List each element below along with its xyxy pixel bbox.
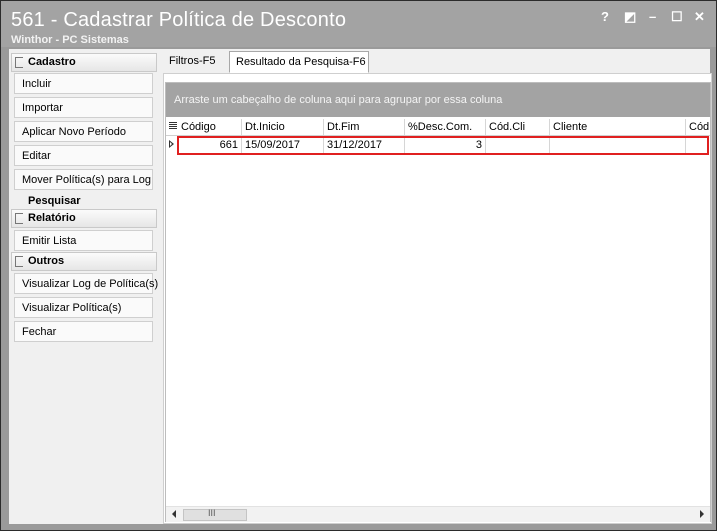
- scroll-thumb-grip: III: [208, 508, 216, 518]
- tab-resultado-pesquisa[interactable]: Resultado da Pesquisa-F6: [229, 51, 369, 73]
- tab-resultado-label: Resultado da Pesquisa-F6: [236, 56, 366, 68]
- tab-strip: Filtros-F5 Resultado da Pesquisa-F6: [163, 51, 710, 73]
- group-outros-label: Outros: [28, 255, 65, 267]
- emitir-lista-button[interactable]: Emitir Lista: [14, 230, 153, 251]
- minimize-button[interactable]: –: [649, 9, 656, 24]
- app-window: 561 - Cadastrar Política de Desconto Win…: [0, 0, 717, 531]
- collapse-icon: [15, 57, 23, 68]
- client-area: Cadastro Incluir Importar Aplicar Novo P…: [9, 49, 712, 524]
- group-pesquisar-label: Pesquisar: [28, 195, 81, 207]
- column-header-dt-inicio[interactable]: Dt.Inicio: [242, 119, 324, 135]
- visualizar-politicas-button[interactable]: Visualizar Política(s): [14, 297, 153, 318]
- maximize-button[interactable]: ☐: [671, 9, 683, 25]
- tab-filtros-label: Filtros-F5: [169, 55, 216, 67]
- column-header-codigo[interactable]: Código: [178, 119, 242, 135]
- fechar-label: Fechar: [22, 326, 57, 338]
- window-title: 561 - Cadastrar Política de Desconto: [11, 9, 347, 31]
- visualizar-politicas-label: Visualizar Política(s): [22, 302, 122, 314]
- group-outros-header[interactable]: Outros: [11, 252, 157, 271]
- fechar-button[interactable]: Fechar: [14, 321, 153, 342]
- importar-label: Importar: [22, 102, 63, 114]
- column-header-label: Dt.Inicio: [245, 121, 285, 133]
- restore-icon[interactable]: ◩: [624, 9, 636, 25]
- incluir-label: Incluir: [22, 78, 52, 90]
- group-by-hint: Arraste um cabeçalho de coluna aqui para…: [174, 94, 503, 106]
- title-bar[interactable]: 561 - Cadastrar Política de Desconto Win…: [1, 1, 716, 47]
- editar-button[interactable]: Editar: [14, 145, 153, 166]
- collapse-icon: [15, 256, 23, 267]
- mover-politicas-log-button[interactable]: Mover Política(s) para Log: [14, 169, 153, 190]
- column-header-label: %Desc.Com.: [408, 121, 473, 133]
- column-header-cod-cli[interactable]: Cód.Cli: [486, 119, 550, 135]
- visualizar-log-label: Visualizar Log de Política(s): [22, 278, 159, 290]
- results-grid: Arraste um cabeçalho de coluna aqui para…: [165, 82, 711, 522]
- mover-politicas-log-label: Mover Política(s) para Log: [22, 174, 151, 186]
- scroll-left-icon[interactable]: [172, 510, 176, 518]
- aplicar-novo-periodo-button[interactable]: Aplicar Novo Período: [14, 121, 153, 142]
- table-row[interactable]: 661 15/09/2017 31/12/2017 3: [166, 136, 710, 155]
- column-header-label: Código: [181, 121, 216, 133]
- row-indicator-icon: [169, 140, 174, 148]
- collapse-icon: [15, 213, 23, 224]
- emitir-lista-label: Emitir Lista: [22, 235, 77, 247]
- column-header-cliente[interactable]: Cliente: [550, 119, 686, 135]
- column-header-label: Dt.Fim: [327, 121, 360, 133]
- group-by-panel[interactable]: Arraste um cabeçalho de coluna aqui para…: [166, 83, 710, 117]
- window-subtitle: Winthor - PC Sistemas: [11, 34, 129, 46]
- importar-button[interactable]: Importar: [14, 97, 153, 118]
- column-header-label: Cliente: [553, 121, 588, 133]
- column-chooser-icon[interactable]: [169, 122, 177, 131]
- group-cadastro-header[interactable]: Cadastro: [11, 53, 157, 72]
- group-cadastro-label: Cadastro: [28, 56, 76, 68]
- row-highlight: [177, 136, 709, 155]
- horizontal-scrollbar[interactable]: III: [166, 506, 710, 522]
- column-header-label: Cód.Cli: [489, 121, 526, 133]
- close-button[interactable]: ✕: [694, 9, 705, 25]
- column-header-cod[interactable]: Cód: [686, 119, 710, 135]
- tab-content: Arraste um cabeçalho de coluna aqui para…: [163, 73, 712, 524]
- incluir-button[interactable]: Incluir: [14, 73, 153, 94]
- column-header-label: Cód: [689, 121, 710, 133]
- grid-header: Código Dt.Inicio Dt.Fim %Desc.Com. Cód.C…: [166, 119, 710, 136]
- column-header-dt-fim[interactable]: Dt.Fim: [324, 119, 405, 135]
- column-header-desc-com[interactable]: %Desc.Com.: [405, 119, 486, 135]
- help-icon[interactable]: ?: [601, 9, 609, 24]
- group-relatorio-header[interactable]: Relatório: [11, 209, 157, 228]
- scroll-right-icon[interactable]: [700, 510, 704, 518]
- visualizar-log-button[interactable]: Visualizar Log de Política(s): [14, 273, 158, 294]
- tab-filtros[interactable]: Filtros-F5: [163, 51, 225, 71]
- action-panel: Cadastro Incluir Importar Aplicar Novo P…: [11, 53, 158, 521]
- group-relatorio-label: Relatório: [28, 212, 76, 224]
- scroll-thumb[interactable]: III: [183, 508, 247, 521]
- editar-label: Editar: [22, 150, 51, 162]
- aplicar-novo-periodo-label: Aplicar Novo Período: [22, 126, 126, 138]
